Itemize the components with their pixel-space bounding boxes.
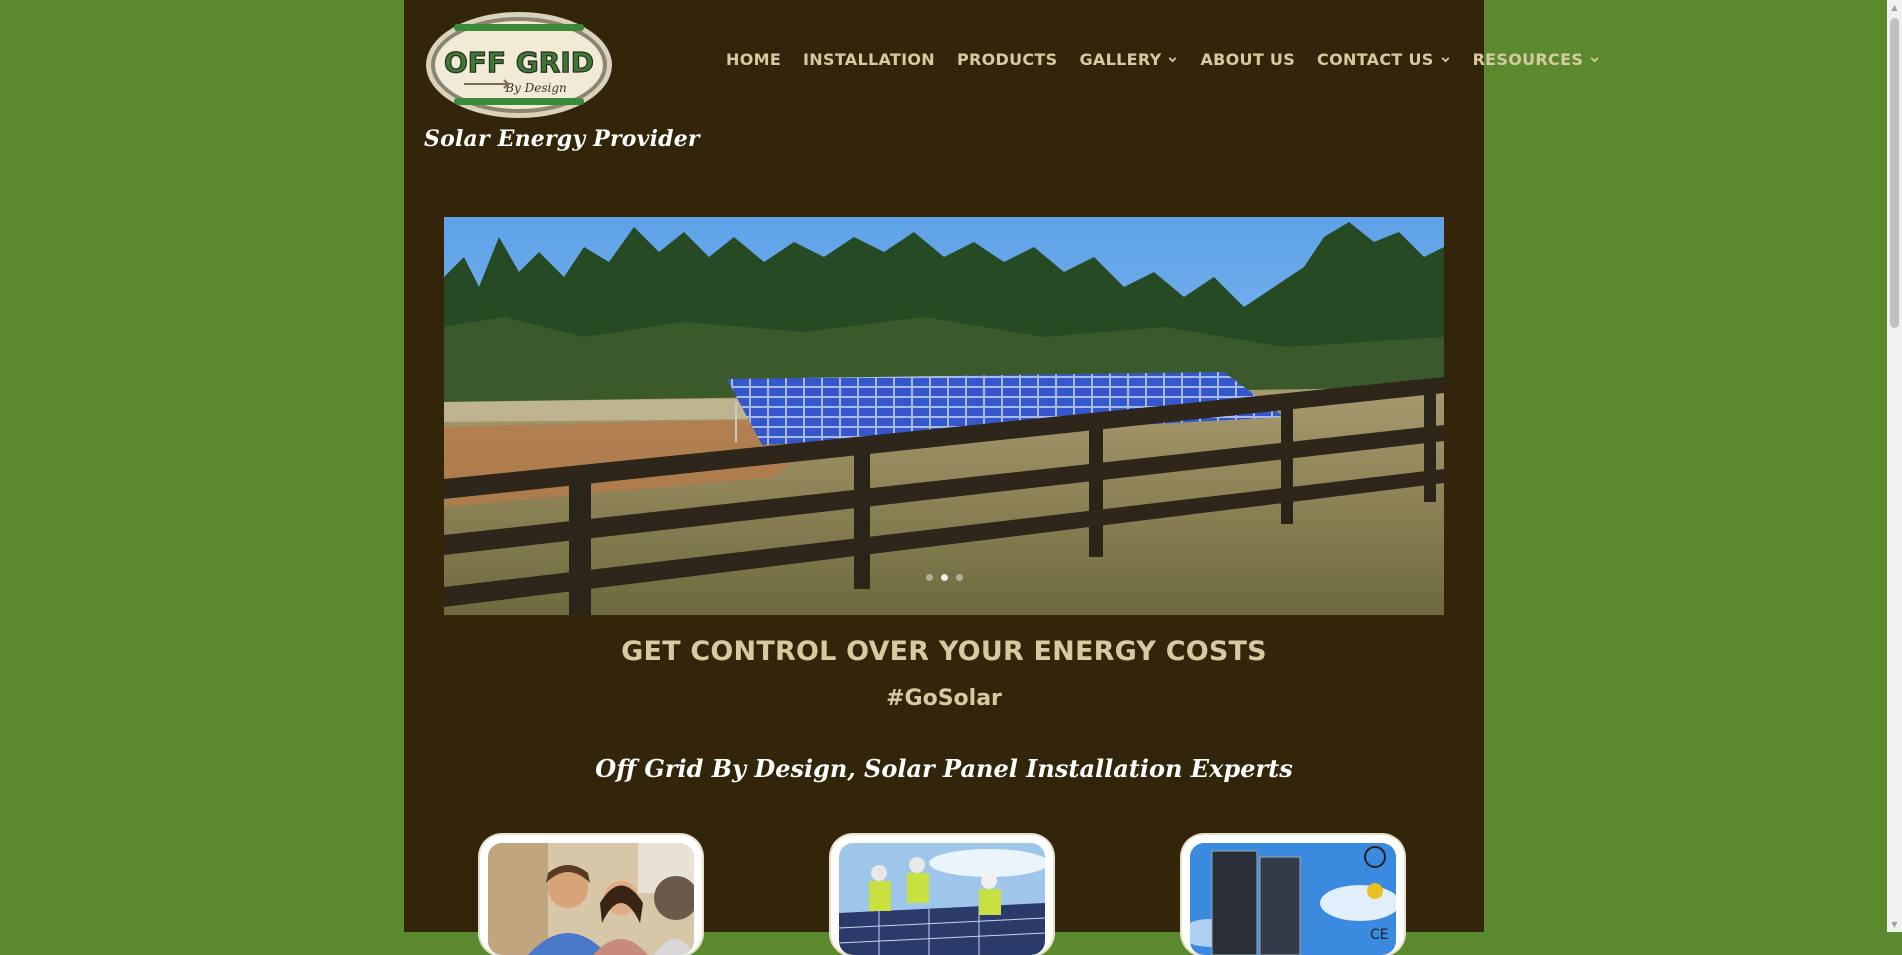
nav-products[interactable]: PRODUCTS xyxy=(957,50,1058,69)
page-container: OFF GRID By Design Solar Energy Provider… xyxy=(404,0,1599,955)
scroll-thumb[interactable] xyxy=(1890,18,1899,328)
main-headline: GET CONTROL OVER YOUR ENERGY COSTS xyxy=(621,636,1267,667)
nav-home[interactable]: HOME xyxy=(726,50,781,69)
svg-text:CE: CE xyxy=(1370,927,1389,943)
nav-resources[interactable]: RESOURCES xyxy=(1473,50,1601,69)
nav-label: CONTACT US xyxy=(1317,50,1434,69)
chevron-down-icon xyxy=(1441,57,1449,63)
nav-contact-us[interactable]: CONTACT US xyxy=(1317,50,1451,69)
slider-dot[interactable] xyxy=(925,574,933,581)
scroll-up-arrow-icon[interactable]: ▲ xyxy=(1887,0,1902,15)
scroll-down-arrow-icon[interactable]: ▼ xyxy=(1887,917,1902,932)
nav-gallery[interactable]: GALLERY xyxy=(1079,50,1178,69)
feature-card-consultation[interactable] xyxy=(480,835,702,955)
nav-label: INSTALLATION xyxy=(803,50,935,69)
nav-label: RESOURCES xyxy=(1472,50,1584,69)
chevron-down-icon xyxy=(1590,57,1599,63)
main-nav: HOME INSTALLATION PRODUCTS GALLERY ABOUT… xyxy=(726,50,1622,69)
installers-photo xyxy=(839,843,1045,955)
solar-panel-product-photo: CE xyxy=(1190,843,1396,955)
hashtag-heading: #GoSolar xyxy=(886,686,1002,711)
nav-installation[interactable]: INSTALLATION xyxy=(803,50,935,69)
hero-slider[interactable] xyxy=(444,217,1444,615)
consultation-photo xyxy=(488,843,694,955)
logo-text-main: OFF GRID xyxy=(444,46,594,79)
nav-label: GALLERY xyxy=(1079,50,1162,69)
slider-dot-active[interactable] xyxy=(940,574,948,581)
nav-label: ABOUT US xyxy=(1200,50,1296,69)
logo-text-sub: By Design xyxy=(504,81,567,95)
feature-card-installation[interactable] xyxy=(831,835,1053,955)
chevron-down-icon xyxy=(1169,57,1177,63)
page-scrollbar[interactable]: ▲ ▼ xyxy=(1887,0,1902,932)
slider-dots xyxy=(444,574,1444,581)
nav-label: HOME xyxy=(726,50,782,69)
nav-about-us[interactable]: ABOUT US xyxy=(1200,50,1295,69)
feature-card-products[interactable]: CE xyxy=(1182,835,1404,955)
solar-array-photo xyxy=(444,217,1444,615)
subheading: Off Grid By Design, Solar Panel Installa… xyxy=(595,754,1293,783)
site-tagline: Solar Energy Provider xyxy=(424,126,700,152)
site-logo[interactable]: OFF GRID By Design xyxy=(424,10,614,120)
nav-label: PRODUCTS xyxy=(956,50,1058,69)
slider-dot[interactable] xyxy=(955,574,963,581)
